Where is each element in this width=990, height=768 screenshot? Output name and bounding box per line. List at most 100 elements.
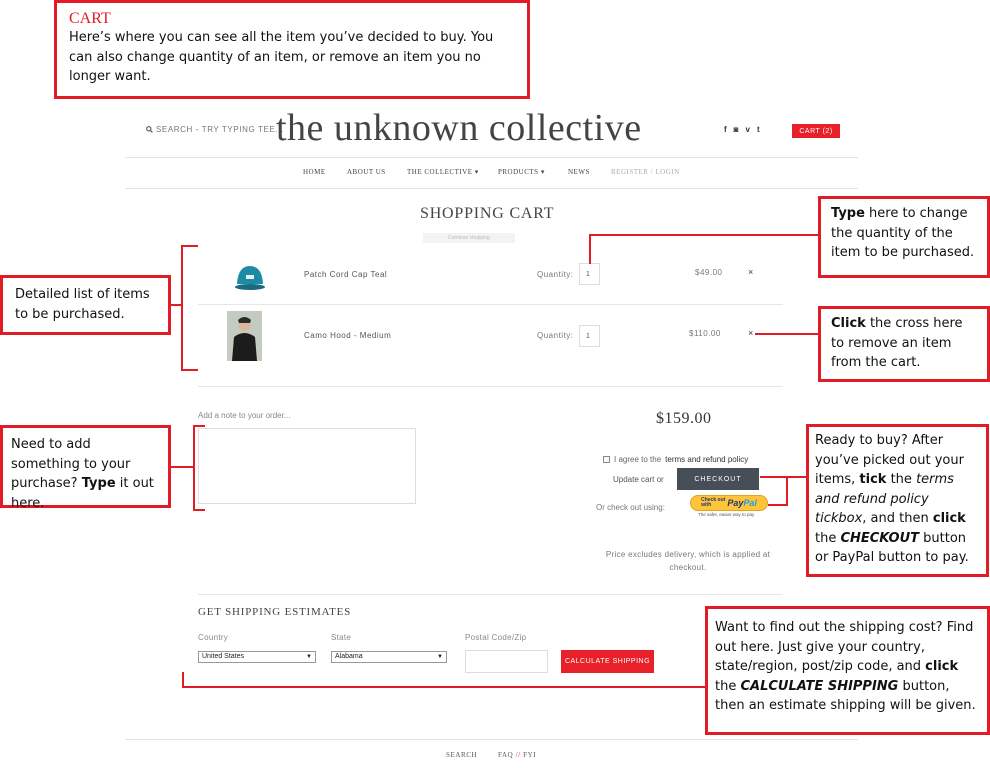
callout-shipping-button-name: CALCULATE SHIPPING [740,678,899,694]
state-label: State [331,633,352,642]
instagram-icon[interactable]: ◙ [734,125,739,134]
footer-divider [125,739,858,740]
callout-checkout-text-3: , and then [862,511,933,526]
search-placeholder: SEARCH - TRY TYPING TEE... [156,125,284,134]
quantity-input[interactable]: 1 [579,263,600,285]
callout-checkout-text-2: the [886,472,917,487]
bracket-line [181,245,198,247]
update-cart-link[interactable]: Update cart [613,475,654,484]
item-name[interactable]: Patch Cord Cap Teal [304,270,387,279]
callout-item-list-text: Detailed list of items to be purchased. [15,287,150,322]
callout-connector [768,504,788,506]
site-logo[interactable]: the unknown collective [276,106,642,150]
social-links: f ◙ v t [724,125,760,134]
chevron-down-icon: ▼ [306,654,312,660]
callout-shipping-text-2: the [715,678,741,694]
paypal-small-text: Check out with [701,497,726,508]
nav-products[interactable]: PRODUCTS ▾ [498,168,545,176]
country-label: Country [198,633,229,642]
callout-connector [589,234,591,264]
vimeo-icon[interactable]: v [746,125,750,134]
remove-item-icon[interactable]: × [748,328,753,338]
row-divider [198,386,783,387]
callout-connector [760,476,807,478]
nav-divider [125,188,858,189]
quantity-label: Quantity: [537,331,574,340]
callout-connector [755,333,819,335]
nav-about[interactable]: ABOUT US [347,168,386,176]
facebook-icon[interactable]: f [724,125,727,134]
nav-products-label: PRODUCTS [498,168,539,176]
nav-collective-label: THE COLLECTIVE [407,168,473,176]
bracket-line [193,425,195,511]
paypal-button[interactable]: Check out with PayPal [690,495,768,511]
nav-collective[interactable]: THE COLLECTIVE ▾ [407,168,479,176]
terms-prefix: I agree to the [614,455,662,464]
item-name[interactable]: Camo Hood - Medium [304,331,391,340]
search-box[interactable]: SEARCH - TRY TYPING TEE... [146,125,284,134]
country-select[interactable]: United States ▼ [198,651,316,663]
callout-shipping: Want to find out the shipping cost? Find… [705,606,990,735]
tumblr-icon[interactable]: t [757,125,760,134]
callout-note: Need to add something to your purchase? … [0,425,171,511]
chevron-down-icon: ▼ [437,654,443,660]
checkout-button[interactable]: CHECKOUT [677,468,759,490]
delivery-note: Price excludes delivery, which is applie… [605,550,771,572]
chevron-down-icon: ▾ [474,168,479,176]
callout-quantity-bold: Type [831,206,865,221]
callout-checkout-tick: tick [859,472,887,487]
bracket-line [182,672,184,688]
callout-cart-title: CART [69,10,111,27]
terms-link[interactable]: terms and refund policy [665,455,748,464]
cart-button[interactable]: CART (2) [792,124,840,138]
paypal-tagline: The safer, easier way to pay [698,512,755,517]
callout-cart-text: Here’s where you can see all the item yo… [69,30,494,84]
bracket-line [193,509,205,511]
terms-checkbox[interactable] [603,456,610,463]
callout-remove: Click the cross here to remove an item f… [818,306,990,382]
callout-connector [170,466,194,468]
callout-connector [589,234,819,236]
footer-fyi-link[interactable]: FYI [523,751,536,759]
country-value: United States [202,653,245,660]
header-divider [125,157,858,158]
or-text: or [656,475,664,484]
update-cart: Update cart or [613,475,664,484]
footer-separator: // [515,751,521,759]
product-image-cap[interactable] [233,260,267,292]
nav-news[interactable]: NEWS [568,168,590,176]
footer-search-link[interactable]: SEARCH [446,751,477,759]
checkout-using-label: Or check out using: [596,503,665,512]
shipping-title: GET SHIPPING ESTIMATES [198,606,352,618]
continue-shopping-link[interactable]: Continue shopping [423,233,515,243]
order-note-textarea[interactable] [198,428,416,504]
cart-total: $159.00 [656,410,712,427]
callout-item-list: Detailed list of items to be purchased. [0,275,171,335]
calculate-shipping-button[interactable]: CALCULATE SHIPPING [561,650,654,673]
callout-shipping-click: click [925,659,959,674]
remove-item-icon[interactable]: × [748,267,753,277]
callout-cart: CART Here’s where you can see all the it… [54,0,530,99]
callout-checkout-text-4: the [815,530,841,546]
product-image-hood[interactable] [227,311,262,361]
callout-quantity: Type here to change the quantity of the … [818,196,990,278]
zip-label: Postal Code/Zip [465,633,527,642]
search-icon [146,126,153,133]
row-divider [198,304,783,305]
footer-faq-link[interactable]: FAQ [498,751,513,759]
state-value: Alabama [335,653,363,660]
bracket-line [181,369,198,371]
callout-connector [786,476,788,506]
nav-home[interactable]: HOME [303,168,326,176]
order-note-label: Add a note to your order... [198,411,291,420]
callout-note-bold: Type [81,476,116,491]
paypal-logo: PayPal [727,498,757,508]
item-price: $49.00 [695,268,723,277]
bracket-line [193,425,205,427]
footer-faq: FAQ // FYI [498,751,536,759]
state-select[interactable]: Alabama ▼ [331,651,447,663]
quantity-input[interactable]: 1 [579,325,600,347]
bracket-line [181,245,183,371]
nav-login[interactable]: REGISTER / LOGIN [611,168,680,176]
zip-input[interactable] [465,650,548,673]
